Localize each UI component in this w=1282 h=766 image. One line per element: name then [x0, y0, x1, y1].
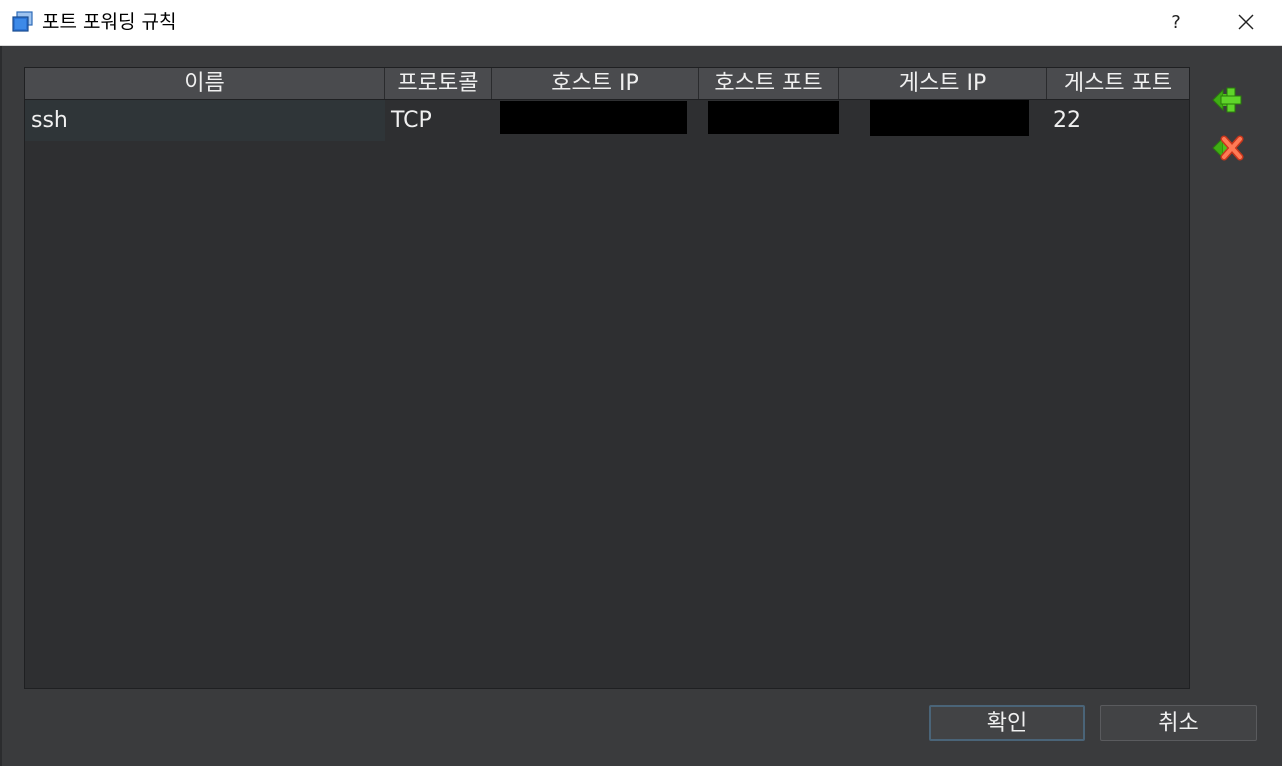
add-rule-button[interactable]	[1209, 82, 1245, 118]
table-row[interactable]: ssh TCP 22	[25, 100, 1189, 141]
remove-rule-icon	[1212, 135, 1244, 161]
cell-protocol[interactable]: TCP	[385, 100, 492, 141]
column-header-host-ip[interactable]: 호스트 IP	[492, 68, 699, 99]
window-left-edge	[0, 46, 2, 766]
cell-host-ip[interactable]	[492, 100, 699, 141]
table-header: 이름 프로토콜 호스트 IP 호스트 포트 게스트 IP 게스트 포트	[25, 68, 1189, 100]
port-forwarding-rules-table[interactable]: 이름 프로토콜 호스트 IP 호스트 포트 게스트 IP 게스트 포트 ssh …	[24, 67, 1190, 689]
cell-name[interactable]: ssh	[25, 100, 385, 141]
ok-button[interactable]: 확인	[929, 705, 1085, 741]
cancel-button[interactable]: 취소	[1100, 705, 1257, 741]
column-header-name[interactable]: 이름	[25, 68, 385, 99]
remove-rule-button[interactable]	[1209, 130, 1245, 166]
cell-guest-port[interactable]: 22	[1047, 100, 1189, 141]
window-title: 포트 포워딩 규칙	[42, 11, 177, 33]
redacted-host-ip	[500, 101, 687, 134]
column-header-guest-ip[interactable]: 게스트 IP	[839, 68, 1047, 99]
help-button[interactable]: ?	[1156, 0, 1196, 45]
title-bar: 포트 포워딩 규칙 ?	[0, 0, 1282, 46]
close-button[interactable]	[1226, 0, 1266, 45]
redacted-host-port	[708, 101, 839, 134]
add-rule-icon	[1212, 87, 1242, 113]
virtualbox-app-icon	[12, 11, 34, 33]
column-header-host-port[interactable]: 호스트 포트	[699, 68, 839, 99]
column-header-guest-port[interactable]: 게스트 포트	[1047, 68, 1189, 99]
close-icon	[1238, 14, 1254, 30]
column-header-protocol[interactable]: 프로토콜	[385, 68, 492, 99]
cell-host-port[interactable]	[699, 100, 839, 141]
redacted-guest-ip	[870, 100, 1029, 136]
cell-guest-ip[interactable]	[839, 100, 1047, 141]
